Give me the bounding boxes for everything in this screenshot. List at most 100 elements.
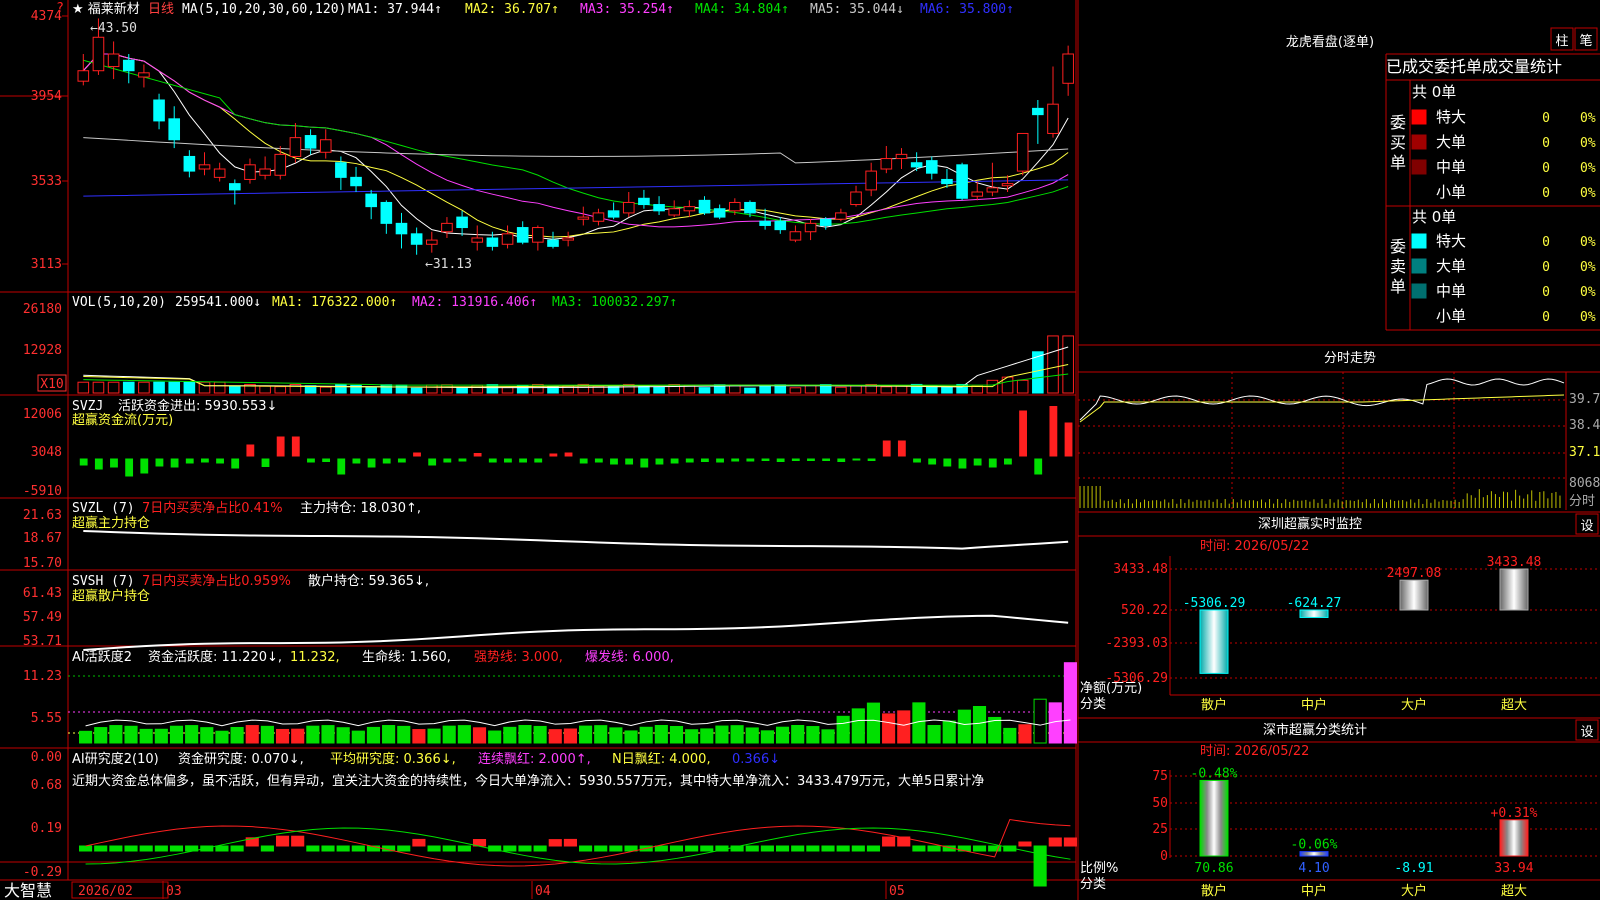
buy-orders-label: 买 <box>1390 133 1406 152</box>
svzj-bar <box>807 458 815 461</box>
sz-monitor-category: 中户 <box>1301 697 1327 713</box>
sell-swatch-0 <box>1411 233 1427 249</box>
main-chart-canvas[interactable]: ←43.50←31.1343743954353331132618012928X1… <box>0 0 1600 900</box>
ai1-bar <box>336 727 350 744</box>
volume-bar <box>804 384 817 394</box>
ai2-axis-label: 0.19 <box>31 821 62 836</box>
volume-bar <box>259 385 271 394</box>
candle-47 <box>789 231 802 241</box>
ai1-bar <box>154 728 168 744</box>
ai1-bar <box>669 725 684 744</box>
sz-class-settings[interactable]: 设 <box>1580 725 1593 740</box>
sz-monitor-unit: 净额(万元) <box>1080 681 1142 696</box>
sz-class-bar-3 <box>1499 819 1529 857</box>
ai2-bar <box>791 845 805 852</box>
svzj-bar <box>276 436 285 457</box>
ai1-bar <box>1063 662 1077 744</box>
volume-bar <box>532 383 544 394</box>
svzj-bar <box>125 458 134 477</box>
svzj-axis-label: 3048 <box>31 445 62 460</box>
ai2-nday: N日飘红: 4.000, <box>612 751 711 767</box>
candle-43 <box>729 201 741 212</box>
volume-bar <box>1016 379 1029 394</box>
volume-bar <box>653 386 665 394</box>
svzl-header-hold: 主力持仓: 18.030↑, <box>300 501 421 516</box>
candle-27 <box>486 237 499 247</box>
volume-bar <box>183 381 196 394</box>
volume-bar <box>410 387 423 394</box>
buy-row-pct: 0% <box>1580 136 1596 151</box>
ai2-bar <box>291 835 305 847</box>
intraday-avg-line <box>1079 394 1565 423</box>
ai2-bar <box>760 845 774 852</box>
sz-class-category: 散户 <box>1201 883 1227 899</box>
svsh-subtitle: 超赢散户持仓 <box>72 588 150 604</box>
btn-zhu[interactable]: 柱 <box>1555 34 1568 49</box>
candle-36 <box>622 201 635 214</box>
svzj-bar <box>776 458 785 462</box>
ai1-bar <box>836 715 850 744</box>
sell-row-pct: 0% <box>1580 310 1596 325</box>
ai1-bar <box>1003 727 1017 744</box>
candle-65 <box>1062 53 1074 84</box>
vol-axis-label: 12928 <box>23 343 62 358</box>
price-axis-label: 3954 <box>31 89 62 104</box>
ai2-bar <box>79 845 93 852</box>
ai2-bar <box>275 835 290 847</box>
svzj-bar <box>837 458 846 462</box>
volume-bar <box>956 383 968 394</box>
ai1-bar <box>169 725 184 744</box>
buy-total: 共 0单 <box>1412 83 1456 101</box>
sz-monitor-settings[interactable]: 设 <box>1580 519 1593 534</box>
help-question[interactable]: ? <box>56 1 64 16</box>
vol-ma2 <box>83 363 1069 388</box>
ai2-consecutive: 连续飘红: 2.000↑, <box>478 751 591 767</box>
buy-swatch-1 <box>1411 134 1427 150</box>
ai1-bar <box>715 725 729 744</box>
svzj-bar <box>1019 410 1027 457</box>
volume-bar <box>668 384 681 394</box>
ai1-bar <box>412 729 426 744</box>
ai2-bar <box>654 845 668 852</box>
ai2-bar <box>154 845 168 852</box>
svzj-bar <box>852 458 861 461</box>
btn-bi[interactable]: 笔 <box>1579 33 1592 49</box>
sell-total: 共 0单 <box>1412 208 1456 226</box>
ai2-bar <box>775 845 790 852</box>
sz-monitor-bar-1 <box>1299 609 1329 618</box>
ai1-bar <box>245 725 259 744</box>
ai2-bar <box>442 845 456 852</box>
date-label-may: 05 <box>889 884 905 899</box>
ai1-bar <box>882 713 896 744</box>
candle-5 <box>153 99 165 122</box>
buy-row-pct: 0% <box>1580 161 1596 176</box>
ai1-bar <box>139 728 153 744</box>
ai1-bar <box>457 725 471 744</box>
svzl-line <box>83 530 1069 550</box>
intraday-axis-label: 38.44 <box>1569 418 1600 433</box>
ai1-bar <box>700 728 714 744</box>
ai2-bar <box>851 845 865 852</box>
candle-33 <box>577 216 590 220</box>
buy-swatch-2 <box>1411 159 1427 175</box>
volume-bar <box>319 386 332 394</box>
ai2-bar <box>836 845 850 852</box>
candle-35 <box>607 210 620 218</box>
svzj-bar <box>170 458 179 468</box>
candle-2 <box>107 53 120 68</box>
sz-monitor-bar-3 <box>1499 568 1529 611</box>
ai1-bar <box>366 726 381 744</box>
vol-ma2-value: MA2: 131916.406↑ <box>412 295 537 310</box>
intraday-price-line <box>1079 378 1565 421</box>
volume-bar <box>213 381 226 394</box>
ai1-bar <box>851 708 865 744</box>
ai1-bar <box>124 725 138 744</box>
candle-48 <box>804 222 817 233</box>
volume-bar <box>92 381 105 394</box>
text-layer: ←43.50←31.1343743954353331132618012928X1… <box>4 1 1600 900</box>
price-high-annot: ←43.50 <box>90 21 137 36</box>
svzj-bar <box>458 458 467 462</box>
volume-bar <box>880 386 893 394</box>
svzj-bar <box>700 458 709 462</box>
ai2-bar <box>563 838 577 847</box>
